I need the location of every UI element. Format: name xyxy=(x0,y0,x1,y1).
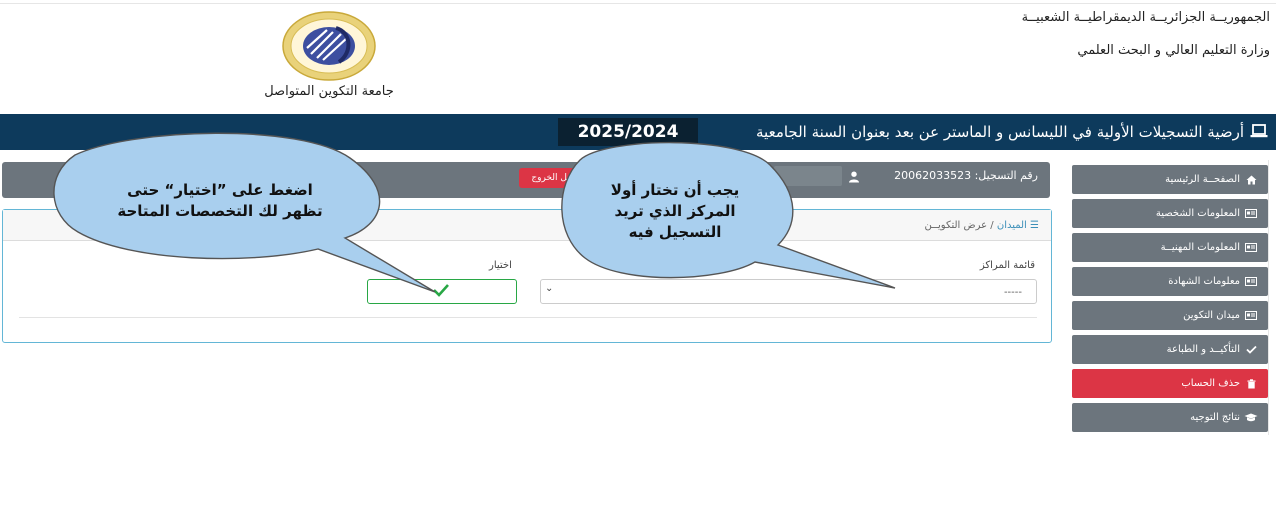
callout-left-line1: اضغط على ”اختيار“ حتى xyxy=(127,181,313,199)
callout-left-text: اضغط على ”اختيار“ حتى تظهر لك التخصصات ا… xyxy=(95,180,345,222)
callout-right-line1: يجب أن تختار أولا xyxy=(610,181,740,199)
callout-right-line3: التسجيل فيه xyxy=(628,223,722,241)
callout-overlay xyxy=(53,132,896,293)
callout-right-text: يجب أن تختار أولا المركز الذي تريد التسج… xyxy=(575,180,775,243)
callout-right-line2: المركز الذي تريد xyxy=(614,202,736,220)
callout-left-line2: تظهر لك التخصصات المتاحة xyxy=(117,202,323,220)
